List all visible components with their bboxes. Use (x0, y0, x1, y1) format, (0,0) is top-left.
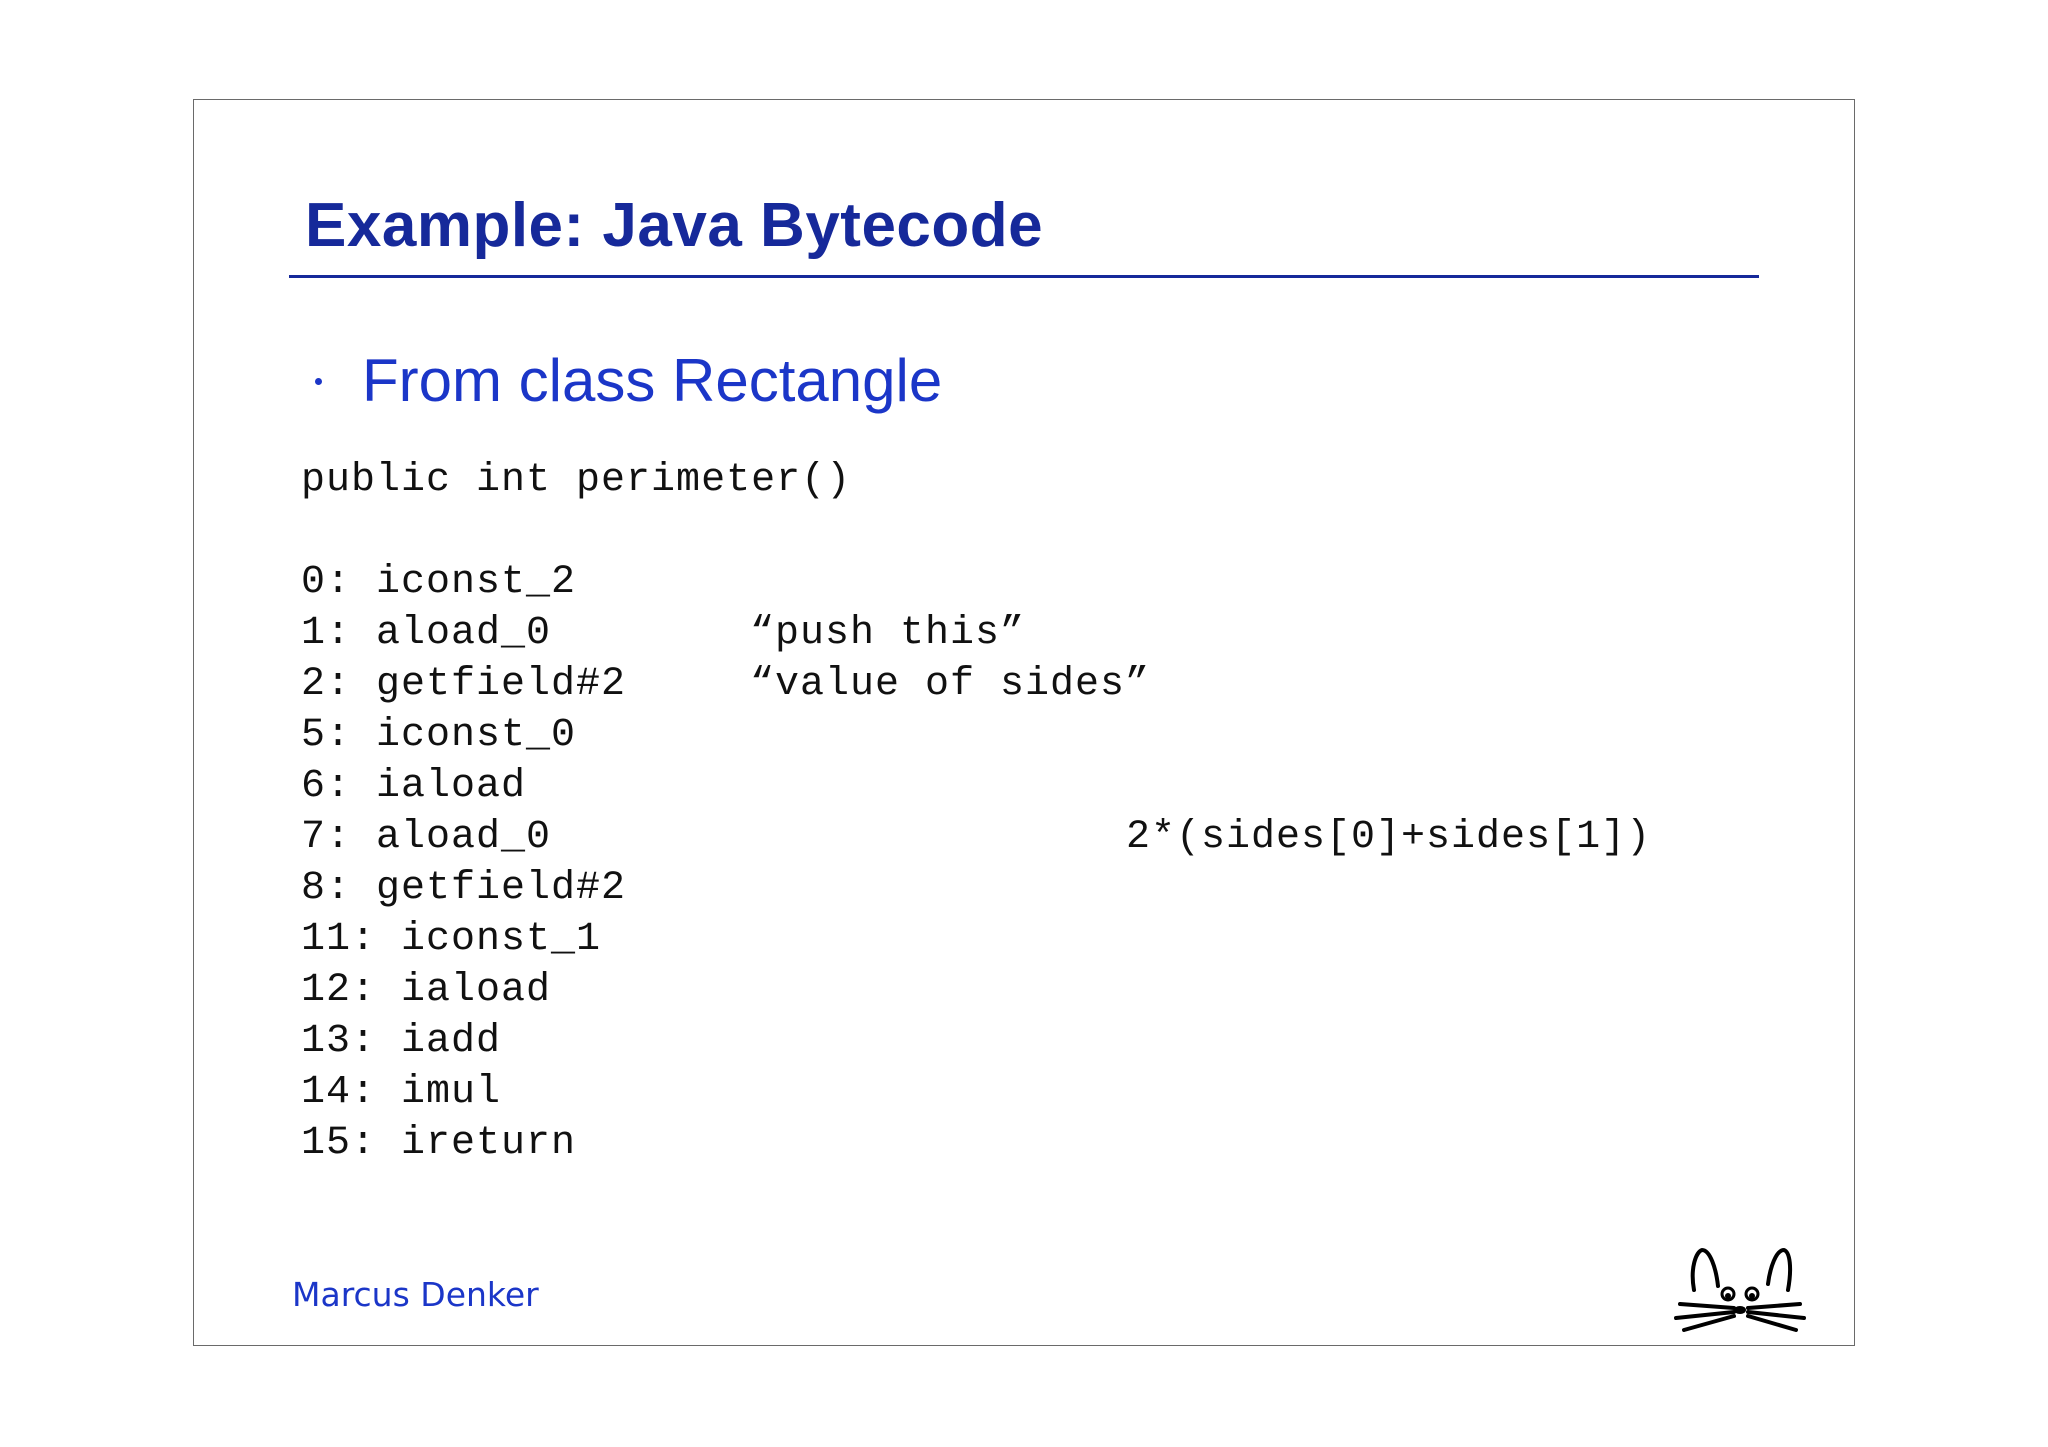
instruction-line: 1: aload_0 (301, 611, 552, 656)
instruction-line: 0: iconst_2 (301, 560, 577, 605)
comment-value-of-sides: “value of sides” (750, 662, 1151, 707)
bullet-text: From class Rectangle (362, 347, 943, 414)
instruction-line: 5: iconst_0 (301, 713, 577, 758)
instruction-line: 7: aload_0 (301, 815, 552, 860)
instruction-line: 8: getfield#2 (301, 866, 627, 911)
comment-push-this: “push this” (750, 611, 1026, 656)
author-name: Marcus Denker (292, 1275, 539, 1314)
bullet-item: From class Rectangle (315, 346, 942, 415)
instruction-line: 15: ireturn (301, 1121, 577, 1166)
method-signature: public int perimeter() (301, 458, 852, 503)
instruction-line: 13: iadd (301, 1019, 502, 1064)
instruction-line: 12: iaload (301, 968, 552, 1013)
slide-title: Example: Java Bytecode (305, 191, 1044, 260)
title-underline (289, 275, 1759, 278)
instruction-line: 14: imul (301, 1070, 502, 1115)
comment-expression: 2*(sides[0]+sides[1]) (1126, 815, 1652, 860)
instruction-line: 6: iaload (301, 764, 527, 809)
bullet-dot-icon (315, 377, 322, 385)
instruction-line: 2: getfield#2 (301, 662, 627, 707)
instruction-line: 11: iconst_1 (301, 917, 602, 962)
cat-face-logo-icon (1674, 1248, 1806, 1332)
